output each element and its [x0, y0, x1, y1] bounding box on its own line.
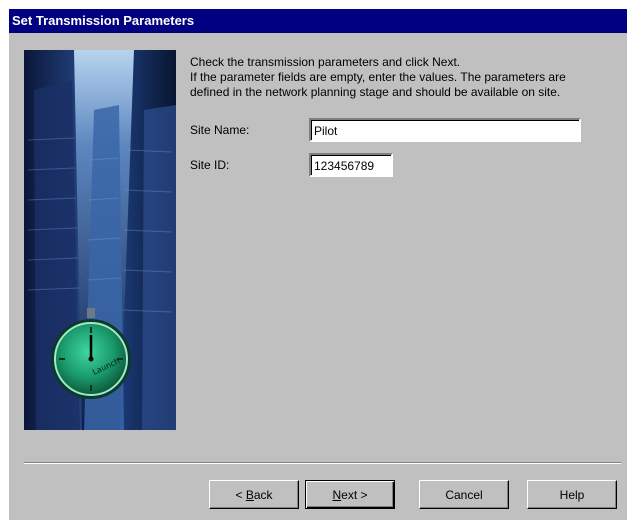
cancel-button[interactable]: Cancel	[419, 480, 509, 509]
launch-side-image: Launch	[24, 50, 176, 430]
next-button-accelerator: N	[332, 487, 342, 502]
site-id-input[interactable]	[309, 153, 393, 177]
button-separator	[24, 462, 621, 464]
site-name-label: Site Name:	[190, 123, 250, 137]
instructions-text: Check the transmission parameters and cl…	[190, 55, 620, 100]
next-button[interactable]: Next >	[305, 480, 395, 509]
instructions-line-3: defined in the network planning stage an…	[190, 85, 561, 99]
instructions-line-1: Check the transmission parameters and cl…	[190, 55, 461, 69]
back-button[interactable]: < Back	[209, 480, 299, 509]
back-button-accelerator: B	[245, 487, 254, 502]
site-name-input[interactable]	[309, 118, 581, 142]
next-button-suffix: ext >	[341, 487, 368, 502]
help-button[interactable]: Help	[527, 480, 617, 509]
dialog-title: Set Transmission Parameters	[12, 13, 195, 28]
instructions-line-2: If the parameter fields are empty, enter…	[190, 70, 566, 84]
title-bar: Set Transmission Parameters	[9, 9, 627, 33]
back-button-suffix: ack	[253, 487, 273, 502]
back-button-prefix: <	[235, 487, 246, 502]
skyscraper-illustration: Launch	[24, 50, 176, 430]
site-id-label: Site ID:	[190, 158, 230, 172]
wizard-dialog: Set Transmission Parameters Launch Check…	[9, 9, 627, 520]
